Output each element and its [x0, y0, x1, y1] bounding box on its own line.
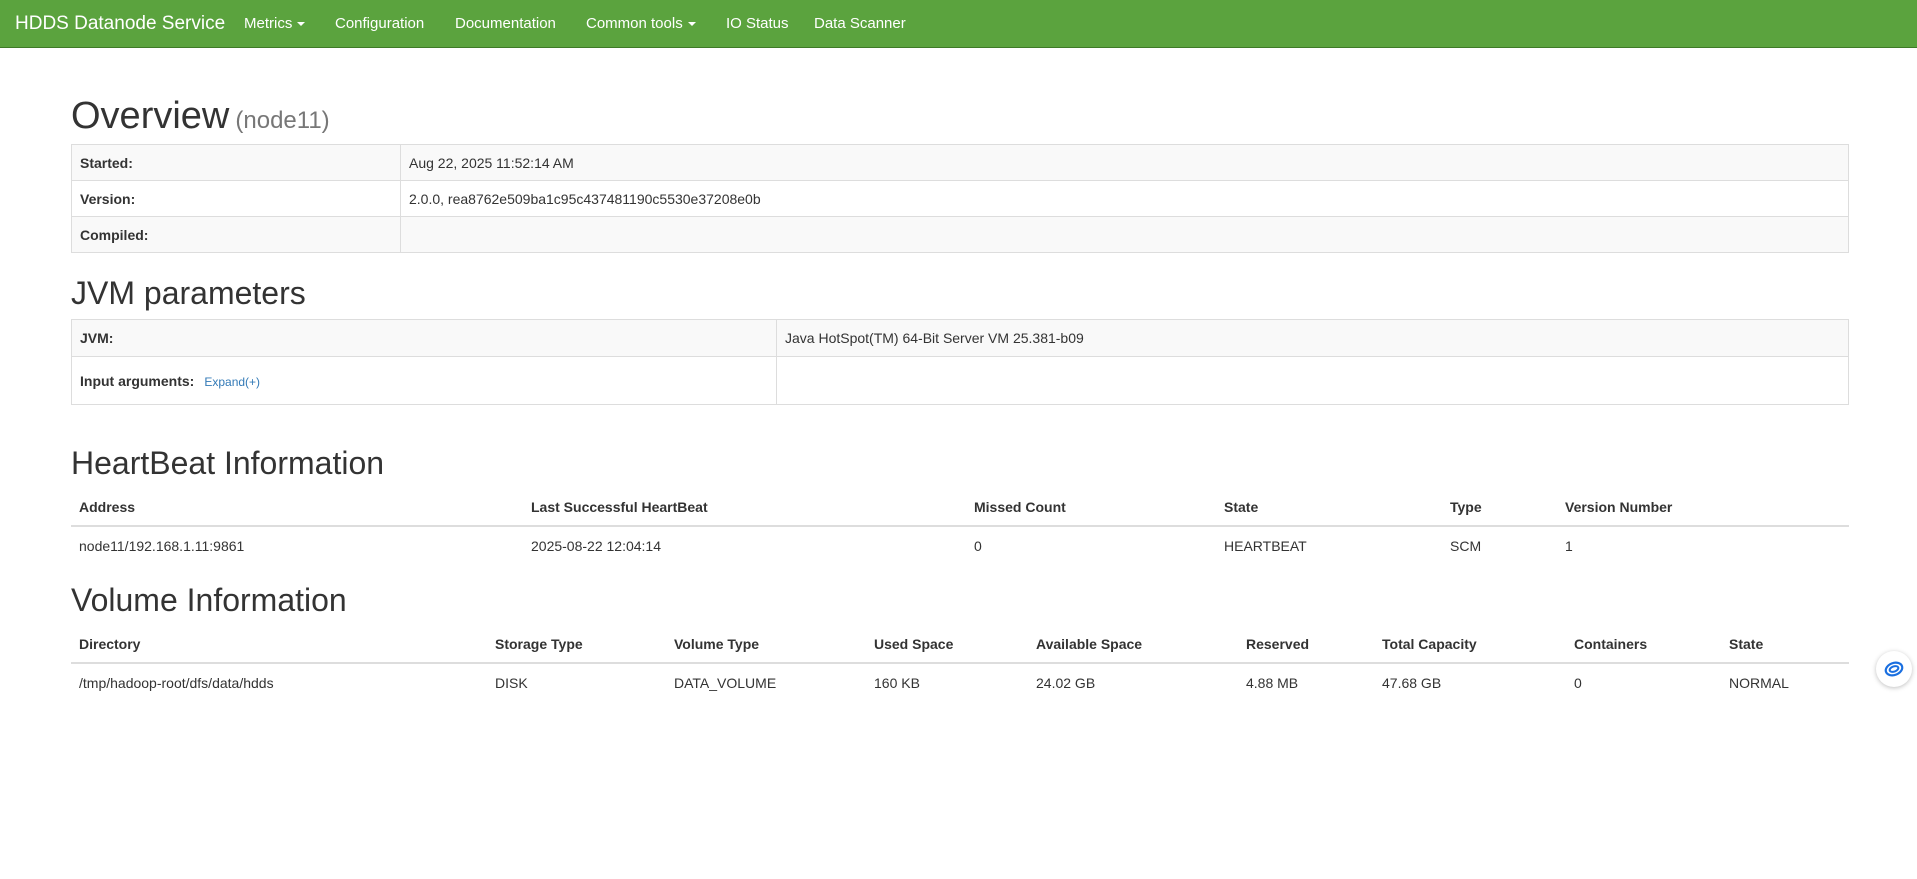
jvm-key: JVM: — [71, 319, 777, 357]
volume-storage-type: DISK — [495, 674, 528, 691]
volume-header-row: Directory Storage Type Volume Type Used … — [71, 625, 1849, 664]
overview-key: Started: — [71, 144, 401, 181]
column-header: Reserved — [1238, 625, 1374, 664]
overview-row-started: Started: Aug 22, 2025 11:52:14 AM — [71, 144, 1849, 181]
overview-value: Aug 22, 2025 11:52:14 AM — [400, 144, 1849, 181]
volume-type: DATA_VOLUME — [674, 674, 777, 691]
volume-directory: /tmp/hadoop-root/dfs/data/hdds — [79, 674, 274, 691]
heartbeat-address: node11/192.168.1.11:9861 — [79, 537, 245, 554]
column-header: Missed Count — [966, 488, 1216, 527]
volume-table: Directory Storage Type Volume Type Used … — [71, 625, 1849, 701]
table-row: node11/192.168.1.11:9861 2025-08-22 12:0… — [71, 526, 1849, 564]
heartbeat-version-number: 1 — [1565, 537, 1573, 554]
column-header: Last Successful HeartBeat — [523, 488, 966, 527]
overview-row-compiled: Compiled: — [71, 216, 1849, 253]
input-arguments-cell: Input arguments: Expand(+) — [71, 356, 777, 405]
heartbeat-header-row: Address Last Successful HeartBeat Missed… — [71, 488, 1849, 527]
nav-common-tools-dropdown[interactable]: Common tools — [586, 15, 696, 32]
column-header: Address — [71, 488, 523, 527]
overview-value: 2.0.0, rea8762e509ba1c95c437481190c5530e… — [400, 180, 1849, 217]
caret-down-icon — [297, 22, 306, 27]
heartbeat-last-success: 2025-08-22 12:04:14 — [531, 537, 661, 554]
overview-row-version: Version: 2.0.0, rea8762e509ba1c95c437481… — [71, 180, 1849, 217]
nav-data-scanner-link[interactable]: Data Scanner — [814, 15, 906, 32]
overview-hostname: (node11) — [235, 107, 330, 134]
jvm-row: JVM: Java HotSpot(TM) 64-Bit Server VM 2… — [71, 319, 1849, 357]
column-header: Directory — [71, 625, 487, 664]
nav-metrics-label: Metrics — [244, 15, 293, 32]
nav-io-status-link[interactable]: IO Status — [726, 15, 789, 32]
input-arguments-label: Input arguments: — [80, 372, 195, 389]
expand-arguments-link[interactable]: Expand(+) — [204, 375, 260, 389]
volume-available-space: 24.02 GB — [1036, 674, 1096, 691]
heartbeat-heading: HeartBeat Information — [71, 445, 385, 481]
column-header: Used Space — [866, 625, 1028, 664]
volume-heading: Volume Information — [71, 582, 347, 618]
column-header: Type — [1442, 488, 1557, 527]
input-arguments-row: Input arguments: Expand(+) — [71, 356, 1849, 405]
heartbeat-missed-count: 0 — [974, 537, 982, 554]
overview-table: Started: Aug 22, 2025 11:52:14 AM Versio… — [71, 144, 1849, 253]
nav-documentation-link[interactable]: Documentation — [455, 15, 556, 32]
column-header: Available Space — [1028, 625, 1238, 664]
overview-value — [400, 216, 1849, 253]
overview-key: Compiled: — [71, 216, 401, 253]
jvm-heading: JVM parameters — [71, 275, 306, 311]
jvm-value: Java HotSpot(TM) 64-Bit Server VM 25.381… — [776, 319, 1849, 357]
overview-heading: Overview (node11) — [71, 94, 330, 143]
column-header: Total Capacity — [1374, 625, 1566, 664]
nav-common-tools-label: Common tools — [586, 15, 683, 32]
assistant-logo-icon — [1884, 661, 1904, 677]
input-arguments-value — [776, 356, 1849, 405]
overview-title: Overview — [71, 95, 230, 137]
volume-used-space: 160 KB — [874, 674, 920, 691]
nav-configuration-link[interactable]: Configuration — [335, 15, 424, 32]
column-header: Version Number — [1557, 488, 1849, 527]
column-header: Volume Type — [666, 625, 866, 664]
volume-state: NORMAL — [1729, 674, 1789, 691]
heartbeat-type: SCM — [1450, 537, 1482, 554]
column-header: Storage Type — [487, 625, 666, 664]
heartbeat-state: HEARTBEAT — [1224, 537, 1307, 554]
volume-containers: 0 — [1574, 674, 1582, 691]
nav-metrics-dropdown[interactable]: Metrics — [244, 15, 306, 32]
column-header: State — [1216, 488, 1442, 527]
floating-assistant-button[interactable] — [1876, 651, 1912, 687]
column-header: Containers — [1566, 625, 1721, 664]
caret-down-icon — [687, 22, 696, 27]
table-row: /tmp/hadoop-root/dfs/data/hdds DISK DATA… — [71, 663, 1849, 701]
top-navbar: HDDS Datanode Service Metrics Configurat… — [0, 0, 1917, 48]
overview-key: Version: — [71, 180, 401, 217]
volume-reserved: 4.88 MB — [1246, 674, 1299, 691]
volume-total-capacity: 47.68 GB — [1382, 674, 1442, 691]
brand-link[interactable]: HDDS Datanode Service — [15, 13, 225, 35]
column-header: State — [1721, 625, 1849, 664]
heartbeat-table: Address Last Successful HeartBeat Missed… — [71, 488, 1849, 564]
jvm-table: JVM: Java HotSpot(TM) 64-Bit Server VM 2… — [71, 319, 1849, 405]
